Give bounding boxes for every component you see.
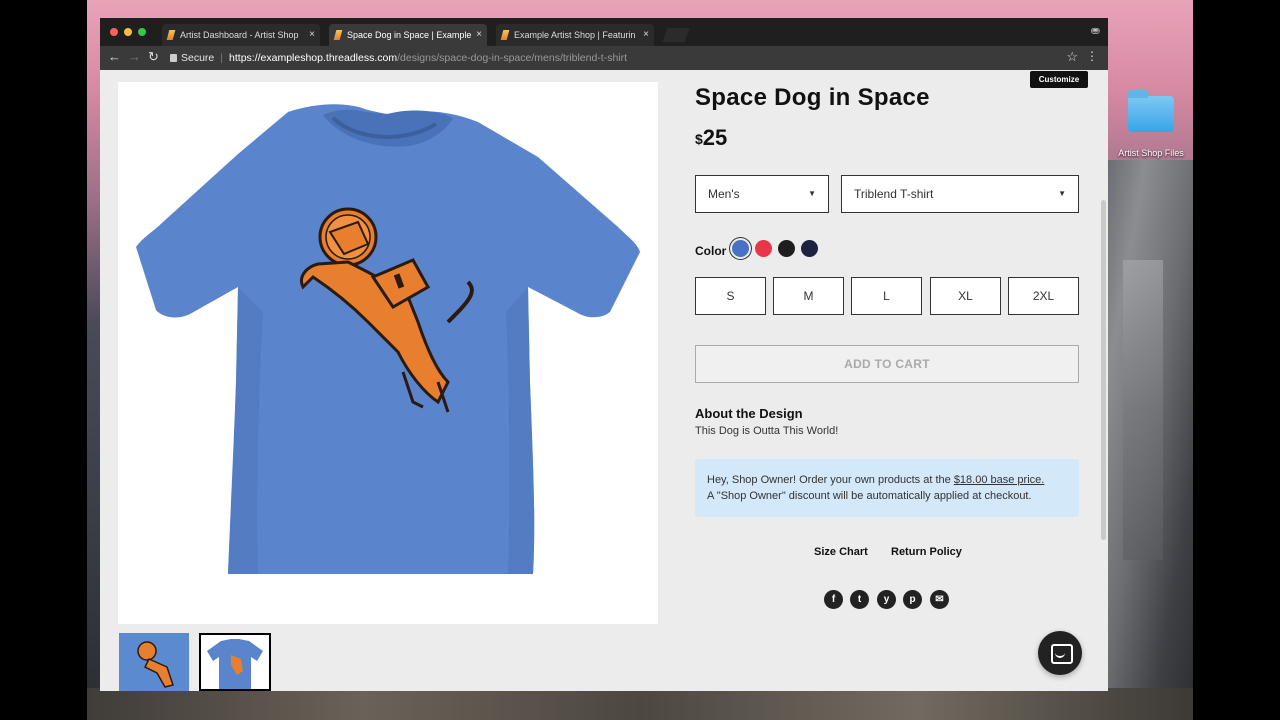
price-currency: $ xyxy=(695,131,703,147)
tab-space-dog[interactable]: Space Dog in Space | Example × xyxy=(329,24,487,46)
about-design-heading: About the Design xyxy=(695,406,803,421)
browser-window: Artist Dashboard - Artist Shop × Space D… xyxy=(100,18,1108,691)
thumbnail-tshirt-graphic xyxy=(201,635,269,689)
chat-widget-button[interactable] xyxy=(1038,631,1082,675)
pencil-favicon-icon xyxy=(333,30,343,40)
forward-arrow-icon[interactable]: → xyxy=(128,49,141,64)
price-amount: 25 xyxy=(702,125,728,150)
desktop-rocks xyxy=(87,688,1193,720)
size-option-l[interactable]: L xyxy=(851,277,922,315)
return-policy-link[interactable]: Return Policy xyxy=(891,546,962,558)
color-swatch-black[interactable] xyxy=(778,240,795,257)
thumbnail-tshirt[interactable] xyxy=(199,633,271,691)
browser-toolbar: ← → ↻ Secure | https://exampleshop.threadl… xyxy=(100,46,1108,70)
tab-close-icon[interactable]: × xyxy=(476,24,482,46)
style-select-value: Men's xyxy=(708,187,740,201)
back-arrow-icon[interactable]: ← xyxy=(108,49,121,64)
shop-owner-notice: Hey, Shop Owner! Order your own products… xyxy=(695,459,1079,517)
product-page: Customize Space Dog in Space $25 Men's ▼… xyxy=(100,70,1108,691)
reload-icon[interactable]: ↻ xyxy=(148,49,159,65)
url-host: https://exampleshop.threadless.com xyxy=(229,52,398,64)
product-type-select[interactable]: Triblend T-shirt ▼ xyxy=(841,175,1079,213)
size-option-s[interactable]: S xyxy=(695,277,766,315)
address-bar[interactable]: Secure | https://exampleshop.threadless.co… xyxy=(170,49,1070,67)
color-swatch-red[interactable] xyxy=(755,240,772,257)
style-select[interactable]: Men's ▼ xyxy=(695,175,829,213)
notice-line-1: Hey, Shop Owner! Order your own products… xyxy=(707,472,1067,488)
maximize-window-button[interactable] xyxy=(138,28,146,36)
address-separator: | xyxy=(220,52,224,64)
tshirt-graphic xyxy=(136,104,640,574)
color-label: Color xyxy=(695,244,727,258)
thumbnail-design[interactable] xyxy=(119,633,189,691)
size-option-m[interactable]: M xyxy=(773,277,844,315)
folder-label: Artist Shop Files xyxy=(1118,148,1184,158)
chevron-down-icon: ▼ xyxy=(808,189,816,198)
thumbnail-dog-graphic xyxy=(119,633,189,691)
chevron-down-icon: ▼ xyxy=(1058,189,1066,198)
facebook-share-icon[interactable]: f xyxy=(824,590,843,609)
folder-icon xyxy=(1128,90,1174,132)
lock-icon xyxy=(170,54,177,62)
tab-title: Example Artist Shop | Featurin xyxy=(514,30,636,40)
incognito-icon: ⛂ xyxy=(1090,25,1100,37)
product-select-value: Triblend T-shirt xyxy=(854,187,934,201)
tab-title: Space Dog in Space | Example xyxy=(347,30,472,40)
add-to-cart-button[interactable]: ADD TO CART xyxy=(695,345,1079,383)
desktop-cliff-highlight xyxy=(1123,260,1163,560)
product-title: Space Dog in Space xyxy=(695,84,930,111)
tab-example-shop[interactable]: Example Artist Shop | Featurin × xyxy=(496,24,654,46)
url-path: /designs/space-dog-in-space/mens/triblen… xyxy=(397,52,628,64)
browser-menu-icon[interactable]: ⋮ xyxy=(1086,49,1098,63)
product-main-image xyxy=(118,82,658,624)
size-chart-link[interactable]: Size Chart xyxy=(814,546,868,558)
notice-line-2: A "Shop Owner" discount will be automati… xyxy=(707,490,1032,502)
about-design-text: This Dog is Outta This World! xyxy=(695,425,839,437)
new-tab-button[interactable] xyxy=(662,28,690,42)
tumblr-share-icon[interactable]: t xyxy=(850,590,869,609)
pencil-favicon-icon xyxy=(500,30,510,40)
color-swatch-navy[interactable] xyxy=(801,240,818,257)
twitter-share-icon[interactable]: y xyxy=(877,590,896,609)
bookmark-star-icon[interactable]: ☆ xyxy=(1066,49,1078,65)
pencil-favicon-icon xyxy=(166,30,176,40)
size-option-2xl[interactable]: 2XL xyxy=(1008,277,1079,315)
tab-close-icon[interactable]: × xyxy=(643,24,649,46)
size-option-xl[interactable]: XL xyxy=(930,277,1001,315)
secure-label: Secure xyxy=(181,52,215,64)
tab-artist-dashboard[interactable]: Artist Dashboard - Artist Shop × xyxy=(162,24,320,46)
customize-button[interactable]: Customize xyxy=(1030,71,1088,88)
tab-title: Artist Dashboard - Artist Shop xyxy=(180,30,299,40)
page-scrollbar[interactable] xyxy=(1101,200,1106,540)
tab-close-icon[interactable]: × xyxy=(309,24,315,46)
base-price-link[interactable]: $18.00 base price. xyxy=(954,474,1045,486)
product-price: $25 xyxy=(695,125,727,151)
desktop-folder[interactable]: Artist Shop Files xyxy=(1112,90,1190,158)
minimize-window-button[interactable] xyxy=(124,28,132,36)
tab-bar: Artist Dashboard - Artist Shop × Space D… xyxy=(100,18,1108,46)
pinterest-share-icon[interactable]: p xyxy=(903,590,922,609)
color-swatch-blue[interactable] xyxy=(732,240,749,257)
close-window-button[interactable] xyxy=(110,28,118,36)
notice-text: Hey, Shop Owner! Order your own products… xyxy=(707,474,954,486)
email-share-icon[interactable]: ✉ xyxy=(930,590,949,609)
